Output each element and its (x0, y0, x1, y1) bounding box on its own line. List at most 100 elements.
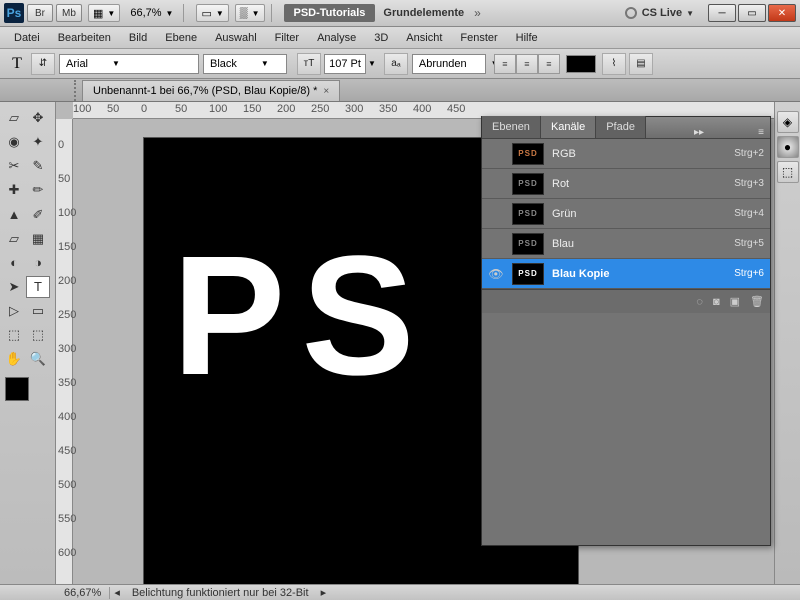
document-tab-bar: Unbenannt-1 bei 66,7% (PSD, Blau Kopie/8… (0, 79, 800, 102)
menu-ebene[interactable]: Ebene (157, 29, 205, 47)
pen-tool[interactable]: ➤ (2, 276, 26, 298)
title-bar: Ps Br Mb ▦▼ 66,7%▼ ▭▼ ▒▼ PSD-Tutorials G… (0, 0, 800, 27)
dropdown-arrow-icon[interactable]: ▼ (368, 59, 376, 68)
status-zoom[interactable]: 66,67% (56, 587, 110, 599)
font-weight-select[interactable]: Black▼ (203, 54, 287, 74)
document-tab[interactable]: Unbenannt-1 bei 66,7% (PSD, Blau Kopie/8… (82, 80, 340, 101)
3d-camera-tool[interactable]: ⬚ (26, 324, 50, 346)
status-arrow-left-icon[interactable]: ◂ (110, 586, 124, 599)
zoom-dropdown[interactable]: 66,7%▼ (126, 4, 177, 22)
shape-tool[interactable]: ▭ (26, 300, 50, 322)
visibility-toggle[interactable] (488, 206, 504, 222)
workspace-psdtutorials[interactable]: PSD-Tutorials (284, 4, 376, 22)
tool-preset-text-icon[interactable]: T (6, 55, 28, 73)
tab-close-icon[interactable]: × (323, 86, 329, 97)
align-right-button[interactable]: ≡ (538, 54, 560, 74)
view-arrange-dropdown[interactable]: ▦▼ (88, 4, 120, 22)
visibility-toggle[interactable] (488, 236, 504, 252)
visibility-toggle[interactable]: 👁 (488, 266, 504, 282)
channel-name: Blau (552, 238, 574, 250)
zoom-value: 66,7% (130, 7, 161, 19)
history-brush-tool[interactable]: ✐ (26, 204, 50, 226)
character-panel-button[interactable]: ▤ (629, 53, 653, 75)
path-select-tool[interactable]: ▷ (2, 300, 26, 322)
3d-tool[interactable]: ⬚ (2, 324, 26, 346)
zoom-tool[interactable]: 🔍 (26, 348, 50, 370)
maximize-button[interactable]: ▭ (738, 4, 766, 22)
bridge-button[interactable]: Br (27, 4, 53, 22)
cslive-icon (625, 7, 637, 19)
font-family-select[interactable]: Arial▼ (59, 54, 199, 74)
channel-shortcut: Strg+2 (734, 148, 764, 159)
menu-bearbeiten[interactable]: Bearbeiten (50, 29, 119, 47)
dodge-tool[interactable]: ◑ (26, 252, 50, 274)
load-selection-icon[interactable]: ◌ (696, 296, 703, 308)
channel-shortcut: Strg+3 (734, 178, 764, 189)
channel-row[interactable]: PSDBlauStrg+5 (482, 229, 770, 259)
text-color-swatch[interactable] (566, 55, 596, 73)
menu-bild[interactable]: Bild (121, 29, 155, 47)
channel-shortcut: Strg+6 (734, 268, 764, 279)
channel-row[interactable]: PSDGrünStrg+4 (482, 199, 770, 229)
menu-ansicht[interactable]: Ansicht (398, 29, 450, 47)
text-orientation-button[interactable]: ⇵ (31, 53, 55, 75)
antialias-select[interactable]: Abrunden▼ (412, 54, 486, 74)
font-size-input[interactable]: 107 Pt (324, 54, 366, 74)
extras-dropdown[interactable]: ▒▼ (235, 4, 265, 22)
panel-menu-icon[interactable]: ≡ (752, 127, 770, 138)
tab-ebenen[interactable]: Ebenen (482, 116, 541, 138)
align-left-button[interactable]: ≡ (494, 54, 516, 74)
minibridge-button[interactable]: Mb (56, 4, 82, 22)
cslive-button[interactable]: CS Live▼ (625, 7, 694, 19)
hand-tool[interactable]: ✋ (2, 348, 26, 370)
tab-grip-icon[interactable] (74, 80, 80, 101)
menu-hilfe[interactable]: Hilfe (508, 29, 546, 47)
move-tool-b[interactable]: ✥ (26, 107, 50, 129)
visibility-toggle[interactable] (488, 146, 504, 162)
status-message: Belichtung funktioniert nur bei 32-Bit (124, 587, 317, 599)
channel-row[interactable]: 👁PSDBlau KopieStrg+6 (482, 259, 770, 289)
dock-icon-3d[interactable]: ● (777, 136, 799, 158)
lasso-tool[interactable]: ◉ (2, 131, 26, 153)
menu-fenster[interactable]: Fenster (452, 29, 505, 47)
menu-auswahl[interactable]: Auswahl (207, 29, 265, 47)
close-button[interactable]: ✕ (768, 4, 796, 22)
menu-3d[interactable]: 3D (366, 29, 396, 47)
workspace-more-icon[interactable]: » (474, 6, 481, 20)
eraser-tool[interactable]: ▱ (2, 228, 26, 250)
blur-tool[interactable]: ◐ (2, 252, 26, 274)
panel-tabs: Ebenen Kanäle Pfade ▸▸ ≡ (482, 117, 770, 139)
channel-name: RGB (552, 148, 576, 160)
minimize-button[interactable]: ─ (708, 4, 736, 22)
save-selection-icon[interactable]: ◙ (713, 296, 720, 308)
delete-channel-icon[interactable]: 🗑 (750, 295, 764, 308)
panel-collapse-icon[interactable]: ▸▸ (688, 127, 710, 138)
new-channel-icon[interactable]: ▣ (730, 295, 740, 308)
eyedropper-tool[interactable]: ✎ (26, 155, 50, 177)
menu-filter[interactable]: Filter (267, 29, 307, 47)
stamp-tool[interactable]: ▲ (2, 203, 26, 225)
healing-tool[interactable]: ✚ (2, 179, 26, 201)
workspace-grundelemente[interactable]: Grundelemente (383, 7, 464, 19)
visibility-toggle[interactable] (488, 176, 504, 192)
warp-text-button[interactable]: ⌇ (602, 53, 626, 75)
dock-icon-layers[interactable]: ◈ (777, 111, 799, 133)
type-tool[interactable]: T (26, 276, 50, 298)
channel-row[interactable]: PSDRGBStrg+2 (482, 139, 770, 169)
menu-datei[interactable]: Datei (6, 29, 48, 47)
brush-tool[interactable]: ✏ (26, 179, 50, 201)
foreground-color-swatch[interactable] (5, 377, 29, 401)
crop-tool[interactable]: ✂ (2, 155, 26, 177)
channel-row[interactable]: PSDRotStrg+3 (482, 169, 770, 199)
menu-analyse[interactable]: Analyse (309, 29, 364, 47)
move-tool[interactable]: ▱ (2, 107, 26, 129)
tab-kanaele[interactable]: Kanäle (541, 116, 596, 138)
tab-pfade[interactable]: Pfade (596, 116, 646, 138)
channel-shortcut: Strg+4 (734, 208, 764, 219)
dock-icon-misc[interactable]: ⬚ (777, 161, 799, 183)
gradient-tool[interactable]: ▦ (26, 228, 50, 250)
align-center-button[interactable]: ≡ (516, 54, 538, 74)
screen-mode-dropdown[interactable]: ▭▼ (196, 4, 228, 22)
wand-tool[interactable]: ✦ (26, 131, 50, 153)
status-arrow-right-icon[interactable]: ▸ (317, 586, 331, 599)
